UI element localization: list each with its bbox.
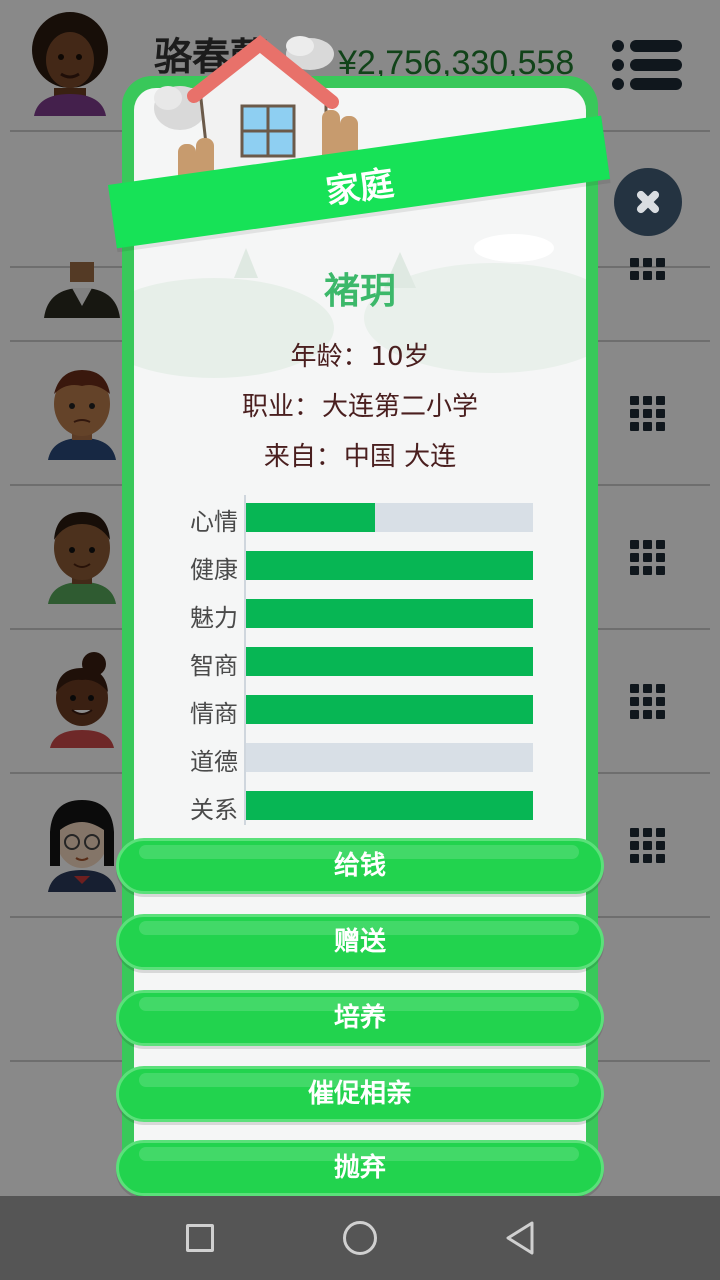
age-label: 年龄：	[290, 342, 369, 372]
nurture-button[interactable]: 培养	[116, 990, 604, 1046]
age-value: 10岁	[370, 342, 430, 372]
stat-bar-eq	[246, 695, 533, 724]
stat-bar-relation	[246, 791, 533, 820]
give-money-button[interactable]: 给钱	[116, 838, 604, 894]
origin-value: 中国 大连	[343, 442, 457, 472]
stat-bar-morality	[246, 743, 533, 772]
stat-label-health: 健康	[190, 556, 238, 584]
close-icon[interactable]	[614, 168, 682, 236]
recents-icon[interactable]	[186, 1224, 214, 1252]
stat-label-morality: 道德	[190, 748, 238, 776]
stat-fill-relation	[246, 791, 533, 820]
home-icon[interactable]	[343, 1221, 377, 1255]
stat-fill-charm	[246, 599, 533, 628]
stat-label-charm: 魅力	[190, 604, 238, 632]
stat-bar-iq	[246, 647, 533, 676]
stat-label-mood: 心情	[190, 508, 238, 536]
job-line: 职业：大连第二小学	[134, 386, 586, 423]
gift-button[interactable]: 赠送	[116, 914, 604, 970]
stat-label-iq: 智商	[190, 652, 238, 680]
origin-line: 来自：中国 大连	[134, 436, 586, 473]
age-line: 年龄：10岁	[134, 336, 586, 373]
back-icon[interactable]	[504, 1220, 536, 1256]
stat-fill-mood	[246, 503, 376, 532]
stat-fill-health	[246, 551, 533, 580]
stat-bar-health	[246, 551, 533, 580]
urge-dating-button[interactable]: 催促相亲	[116, 1066, 604, 1122]
job-value: 大连第二小学	[322, 392, 479, 422]
stat-fill-iq	[246, 647, 533, 676]
member-name: 褚玥	[323, 271, 396, 312]
stat-label-eq: 情商	[190, 700, 238, 728]
stat-bar-mood	[246, 503, 533, 532]
stat-label-relation: 关系	[190, 796, 238, 824]
origin-label: 来自：	[263, 442, 342, 472]
abandon-button[interactable]: 抛弃	[116, 1140, 604, 1196]
job-label: 职业：	[241, 392, 320, 422]
stat-fill-eq	[246, 695, 533, 724]
stat-bar-charm	[246, 599, 533, 628]
